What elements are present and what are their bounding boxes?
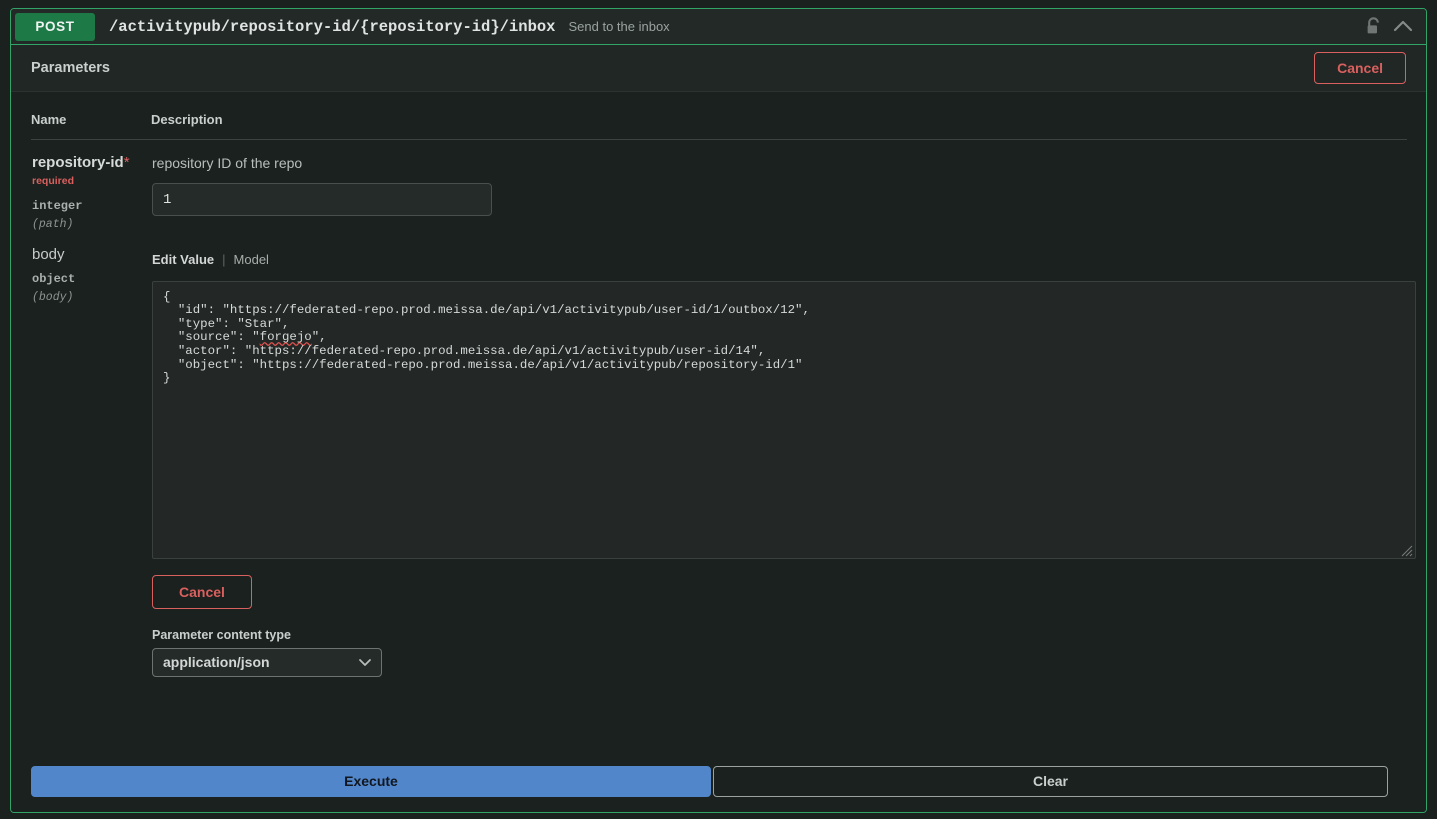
chevron-up-icon[interactable] — [1392, 17, 1414, 37]
operation-block: POST /activitypub/repository-id/{reposit… — [10, 8, 1427, 813]
cancel-body-button[interactable]: Cancel — [152, 575, 252, 609]
json-line: } — [163, 371, 170, 385]
parameter-description-cell: repository ID of the repo — [151, 140, 1407, 232]
parameter-name: repository-id* required — [32, 154, 150, 191]
parameter-name: body — [32, 246, 150, 264]
parameter-name-text: repository-id — [32, 154, 124, 171]
parameters-table: Name Description repository-id* required… — [31, 112, 1407, 678]
operation-body: Parameters Cancel Name Description repos… — [11, 45, 1426, 812]
parameter-type: object — [32, 272, 150, 286]
http-method-badge: POST — [15, 13, 95, 41]
required-label: required — [32, 175, 74, 187]
json-line-suffix: ", — [312, 330, 327, 344]
content-type-label: Parameter content type — [152, 628, 1406, 642]
json-line: "object": "https://federated-repo.prod.m… — [163, 358, 802, 372]
table-row: repository-id* required integer (path) r… — [31, 140, 1407, 232]
lock-icon[interactable] — [1365, 17, 1382, 37]
parameter-description: repository ID of the repo — [152, 155, 1406, 171]
required-star: * — [124, 154, 130, 171]
parameters-header: Parameters Cancel — [11, 45, 1426, 92]
cancel-parameters-button[interactable]: Cancel — [1314, 52, 1406, 84]
resize-grip-icon[interactable] — [1401, 544, 1413, 556]
column-header-name: Name — [31, 112, 151, 140]
json-line: "type": "Star", — [163, 317, 289, 331]
request-body-json[interactable]: { "id": "https://federated-repo.prod.mei… — [153, 282, 1415, 386]
misspelled-word: forgejo — [260, 330, 312, 344]
tab-separator: | — [222, 252, 225, 267]
tab-edit-value[interactable]: Edit Value — [152, 252, 214, 267]
parameter-name-cell: body object (body) — [31, 232, 151, 678]
table-head: Name Description — [31, 112, 1407, 140]
execute-bar: Execute Clear — [11, 750, 1426, 812]
operation-summary-bar[interactable]: POST /activitypub/repository-id/{reposit… — [11, 9, 1426, 45]
json-line: "id": "https://federated-repo.prod.meiss… — [163, 303, 810, 317]
request-body-editor[interactable]: { "id": "https://federated-repo.prod.mei… — [152, 281, 1416, 559]
parameter-description-cell: Edit Value | Model { "id": "https://fede… — [151, 232, 1407, 678]
chevron-down-icon — [358, 657, 372, 667]
operation-path: /activitypub/repository-id/{repository-i… — [109, 18, 555, 36]
tab-model[interactable]: Model — [234, 252, 269, 267]
operation-summary-text: Send to the inbox — [568, 19, 669, 34]
content-type-value: application/json — [163, 654, 270, 670]
parameter-name-cell: repository-id* required integer (path) — [31, 140, 151, 232]
parameter-location: (body) — [32, 291, 150, 304]
parameters-title: Parameters — [31, 60, 110, 76]
json-line: { — [163, 290, 170, 304]
column-header-description: Description — [151, 112, 1407, 140]
json-line: "actor": "https://federated-repo.prod.me… — [163, 344, 765, 358]
execute-button[interactable]: Execute — [31, 766, 711, 797]
parameters-table-wrapper: Name Description repository-id* required… — [11, 92, 1426, 812]
parameter-location: (path) — [32, 218, 150, 231]
table-body: repository-id* required integer (path) r… — [31, 140, 1407, 678]
parameter-type: integer — [32, 199, 150, 213]
editor-tab-list: Edit Value | Model — [152, 252, 1406, 267]
clear-button[interactable]: Clear — [713, 766, 1388, 797]
repository-id-input[interactable] — [152, 183, 492, 216]
table-row: body object (body) Edit Value | Model — [31, 232, 1407, 678]
json-line-prefix: "source": " — [163, 330, 260, 344]
table-header-row: Name Description — [31, 112, 1407, 140]
content-type-select[interactable]: application/json — [152, 648, 382, 677]
